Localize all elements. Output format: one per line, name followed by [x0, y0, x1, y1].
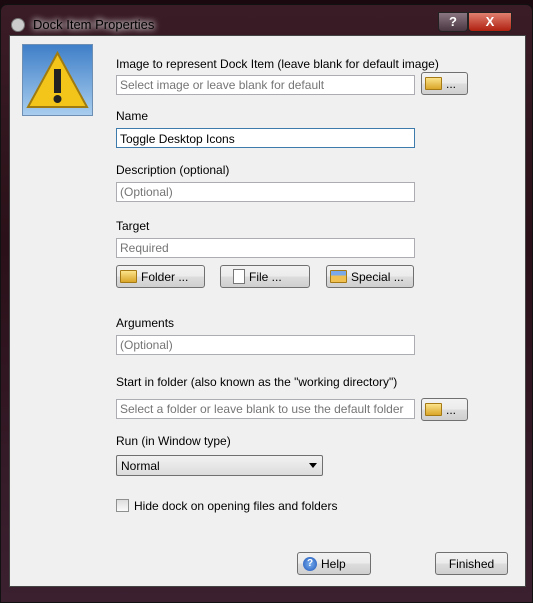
help-icon: ?: [303, 556, 317, 571]
run-label: Run (in Window type): [116, 434, 231, 448]
run-window-type-select[interactable]: Normal: [116, 455, 323, 476]
image-input[interactable]: [116, 75, 415, 95]
dialog-client: Image to represent Dock Item (leave blan…: [9, 35, 526, 587]
title-help-button[interactable]: ?: [438, 12, 468, 32]
folder-open-icon: [425, 77, 442, 90]
start-in-input[interactable]: [116, 399, 415, 419]
hide-dock-checkbox[interactable]: [116, 499, 129, 512]
description-input[interactable]: [116, 182, 415, 202]
arguments-input[interactable]: [116, 335, 415, 355]
target-input[interactable]: [116, 238, 415, 258]
warning-icon: [22, 44, 93, 116]
name-label: Name: [116, 109, 149, 123]
image-browse-button[interactable]: ...: [421, 72, 468, 95]
new-file-icon: [233, 269, 245, 284]
name-input[interactable]: Toggle Desktop Icons: [116, 128, 415, 148]
description-label: Description (optional): [116, 163, 230, 177]
new-folder-icon: [120, 270, 137, 283]
folder-open-icon: [425, 403, 442, 416]
chevron-down-icon: [309, 463, 317, 468]
start-in-browse-button[interactable]: ...: [421, 398, 468, 421]
app-icon: [11, 18, 25, 32]
start-in-label: Start in folder (also known as the "work…: [116, 375, 398, 389]
finished-button[interactable]: Finished: [435, 552, 508, 575]
help-button[interactable]: ? Help: [297, 552, 371, 575]
target-folder-button[interactable]: Folder ...: [116, 265, 205, 288]
image-label: Image to represent Dock Item (leave blan…: [116, 57, 439, 71]
special-folder-icon: [330, 270, 347, 283]
arguments-label: Arguments: [116, 316, 175, 330]
target-label: Target: [116, 219, 150, 233]
target-special-button[interactable]: Special ...: [326, 265, 414, 288]
window-title: Dock Item Properties: [33, 17, 155, 32]
close-button[interactable]: X: [468, 12, 512, 32]
target-file-button[interactable]: File ...: [220, 265, 310, 288]
hide-dock-label: Hide dock on opening files and folders: [134, 499, 338, 513]
